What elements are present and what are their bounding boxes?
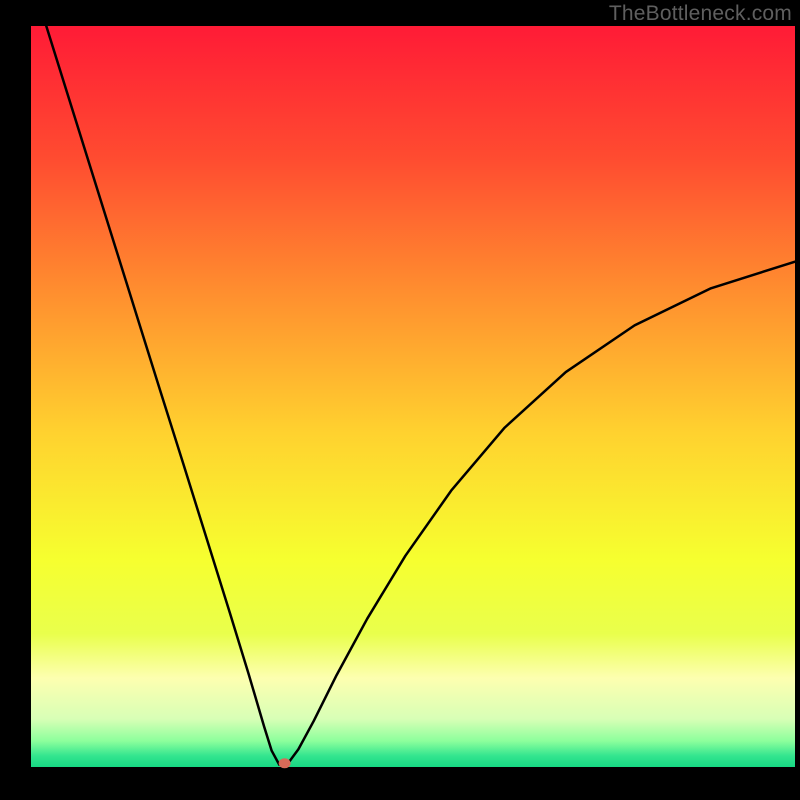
bottleneck-chart	[0, 0, 800, 800]
plot-background	[31, 26, 795, 767]
watermark-text: TheBottleneck.com	[609, 2, 792, 26]
optimal-point-marker	[279, 758, 291, 768]
chart-frame: TheBottleneck.com	[0, 0, 800, 800]
